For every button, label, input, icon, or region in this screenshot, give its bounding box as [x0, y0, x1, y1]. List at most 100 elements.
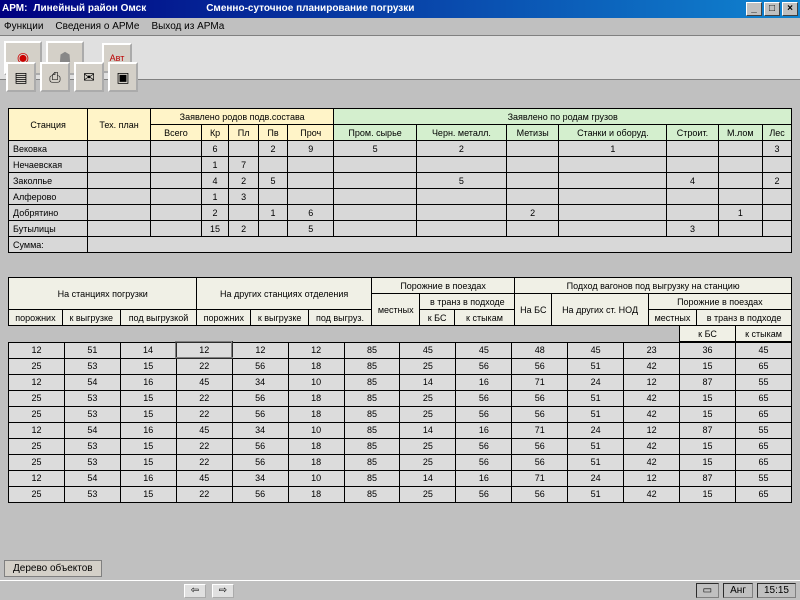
toolbar-export-button[interactable]: ▣: [108, 62, 138, 92]
cell[interactable]: 34: [232, 422, 288, 438]
cell[interactable]: 25: [9, 390, 65, 406]
cell[interactable]: 56: [456, 358, 512, 374]
cell[interactable]: 85: [344, 422, 400, 438]
cell[interactable]: 51: [568, 358, 624, 374]
maximize-button[interactable]: □: [764, 2, 780, 16]
cell[interactable]: 54: [64, 374, 120, 390]
cell[interactable]: Вековка: [9, 141, 88, 157]
cell[interactable]: 85: [344, 374, 400, 390]
cell[interactable]: 22: [176, 486, 232, 502]
cell[interactable]: Нечаевская: [9, 157, 88, 173]
cell[interactable]: 53: [64, 486, 120, 502]
cell[interactable]: [416, 189, 506, 205]
cell[interactable]: [718, 189, 763, 205]
cell[interactable]: 2: [507, 205, 559, 221]
cell[interactable]: 25: [400, 454, 456, 470]
cell[interactable]: 65: [735, 486, 791, 502]
cell[interactable]: [718, 157, 763, 173]
cell[interactable]: 71: [512, 374, 568, 390]
cell[interactable]: 25: [9, 358, 65, 374]
cell[interactable]: 15: [680, 390, 736, 406]
cell[interactable]: [507, 189, 559, 205]
cell[interactable]: 85: [344, 342, 400, 358]
table-row[interactable]: Вековка6295213: [9, 141, 792, 157]
cell[interactable]: 25: [400, 390, 456, 406]
cell[interactable]: 15: [680, 486, 736, 502]
cell[interactable]: 45: [176, 470, 232, 486]
table-row[interactable]: 1254164534108514167124128755: [9, 470, 792, 486]
cell[interactable]: 5: [416, 173, 506, 189]
cell[interactable]: 56: [456, 454, 512, 470]
cell[interactable]: [334, 205, 416, 221]
table-row[interactable]: 1254164534108514167124128755: [9, 422, 792, 438]
cell[interactable]: [88, 189, 151, 205]
cell[interactable]: 56: [456, 406, 512, 422]
cell[interactable]: 18: [288, 406, 344, 422]
cell[interactable]: 24: [568, 470, 624, 486]
cell[interactable]: 4: [201, 173, 228, 189]
toolbar-doc-button[interactable]: ✉: [74, 62, 104, 92]
cell[interactable]: [559, 173, 667, 189]
cell[interactable]: 56: [456, 486, 512, 502]
cell[interactable]: 12: [9, 470, 65, 486]
cell[interactable]: 4: [667, 173, 718, 189]
cell[interactable]: 16: [120, 374, 176, 390]
cell[interactable]: [416, 157, 506, 173]
cell[interactable]: [88, 141, 151, 157]
cell[interactable]: 25: [400, 438, 456, 454]
cell[interactable]: 12: [9, 342, 65, 358]
cell[interactable]: 25: [400, 358, 456, 374]
cell[interactable]: [667, 157, 718, 173]
cell[interactable]: 85: [344, 454, 400, 470]
cell[interactable]: Бутылицы: [9, 221, 88, 237]
nav-prev-button[interactable]: ⇦: [184, 584, 206, 598]
menu-exit[interactable]: Выход из АРМа: [151, 21, 224, 32]
cell[interactable]: 56: [512, 486, 568, 502]
cell[interactable]: 56: [232, 486, 288, 502]
cell[interactable]: 42: [624, 486, 680, 502]
arrival-table[interactable]: На станциях погрузки На других станциях …: [8, 277, 792, 326]
cell[interactable]: 2: [201, 205, 228, 221]
cell[interactable]: [507, 173, 559, 189]
cell[interactable]: 42: [624, 358, 680, 374]
cell[interactable]: 25: [9, 406, 65, 422]
cell[interactable]: 12: [624, 422, 680, 438]
cell[interactable]: 54: [64, 470, 120, 486]
cell[interactable]: [559, 157, 667, 173]
cell[interactable]: 6: [201, 141, 228, 157]
cell[interactable]: 25: [9, 486, 65, 502]
cell[interactable]: [416, 205, 506, 221]
cell[interactable]: 65: [735, 454, 791, 470]
cell[interactable]: 2: [259, 141, 288, 157]
cell[interactable]: 51: [568, 486, 624, 502]
table-row[interactable]: 1251141212128545454845233645: [9, 342, 792, 358]
cell[interactable]: 10: [288, 422, 344, 438]
cell[interactable]: 85: [344, 470, 400, 486]
cell[interactable]: 42: [624, 390, 680, 406]
cell[interactable]: 12: [288, 342, 344, 358]
cell[interactable]: 24: [568, 422, 624, 438]
cell[interactable]: 34: [232, 374, 288, 390]
table-row[interactable]: 1254164534108514167124128755: [9, 374, 792, 390]
cell[interactable]: 15: [680, 438, 736, 454]
cell[interactable]: 25: [9, 438, 65, 454]
cell[interactable]: 18: [288, 358, 344, 374]
cell[interactable]: 12: [624, 374, 680, 390]
cell[interactable]: [88, 157, 151, 173]
cell[interactable]: [667, 141, 718, 157]
cell[interactable]: [559, 205, 667, 221]
cell[interactable]: [88, 221, 151, 237]
cell[interactable]: 9: [288, 141, 334, 157]
cell[interactable]: 65: [735, 438, 791, 454]
cell[interactable]: 87: [680, 422, 736, 438]
cell[interactable]: 71: [512, 470, 568, 486]
cell[interactable]: 2: [229, 221, 259, 237]
cell[interactable]: [334, 189, 416, 205]
cell[interactable]: [334, 221, 416, 237]
cell[interactable]: [150, 221, 201, 237]
cell[interactable]: [507, 157, 559, 173]
cell[interactable]: 18: [288, 486, 344, 502]
cell[interactable]: 15: [680, 358, 736, 374]
cell[interactable]: 51: [568, 390, 624, 406]
cell[interactable]: 15: [120, 454, 176, 470]
